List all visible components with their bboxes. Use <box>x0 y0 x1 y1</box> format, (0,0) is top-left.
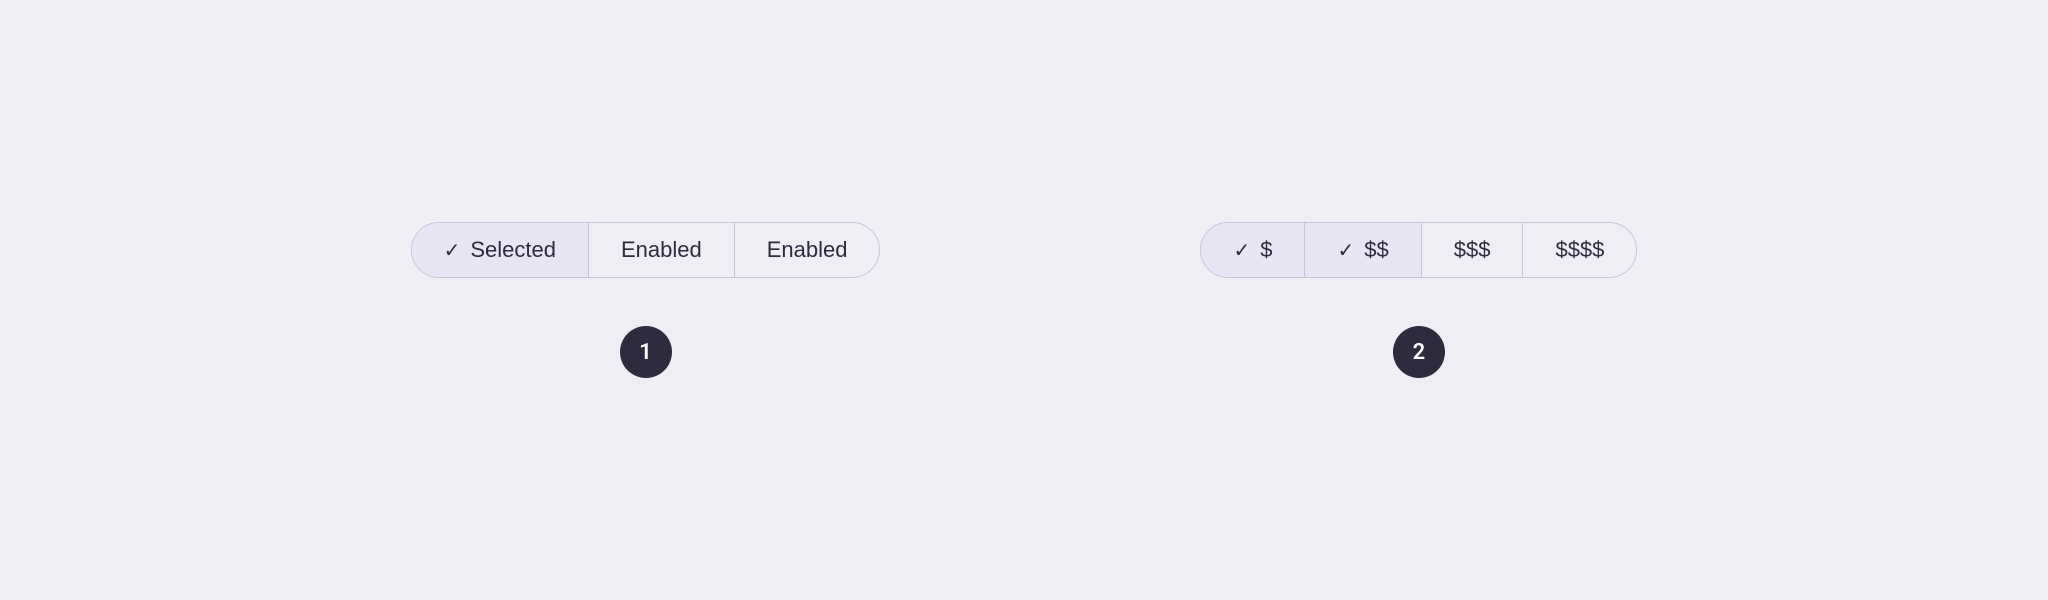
check-icon-dollar-1: ✓ <box>1233 238 1250 263</box>
segmented-control-1: ✓ Selected Enabled Enabled <box>411 222 881 278</box>
demo-section-1: ✓ Selected Enabled Enabled 1 <box>411 222 881 378</box>
segment-label-dollar-3: $$$ <box>1454 237 1491 263</box>
segmented-control-2: ✓ $ ✓ $$ $$$ $$$$ <box>1200 222 1637 278</box>
segment-dollar-2[interactable]: ✓ $$ <box>1305 223 1421 277</box>
check-icon-dollar-2: ✓ <box>1337 238 1354 263</box>
segment-dollar-4[interactable]: $$$$ <box>1523 223 1636 277</box>
segment-label-selected: Selected <box>470 237 556 263</box>
badge-1: 1 <box>620 326 672 378</box>
segment-label-dollar-2: $$ <box>1364 237 1388 263</box>
segment-dollar-3[interactable]: $$$ <box>1422 223 1524 277</box>
segment-dollar-1[interactable]: ✓ $ <box>1201 223 1305 277</box>
segment-label-dollar-1: $ <box>1260 237 1272 263</box>
segment-label-dollar-4: $$$$ <box>1555 237 1604 263</box>
segment-selected[interactable]: ✓ Selected <box>412 223 589 277</box>
badge-2: 2 <box>1393 326 1445 378</box>
segment-label-enabled-1: Enabled <box>621 237 702 263</box>
demo-section-2: ✓ $ ✓ $$ $$$ $$$$ 2 <box>1200 222 1637 378</box>
segment-enabled-1[interactable]: Enabled <box>589 223 735 277</box>
check-icon: ✓ <box>444 238 461 263</box>
segment-enabled-2[interactable]: Enabled <box>735 223 880 277</box>
segment-label-enabled-2: Enabled <box>767 237 848 263</box>
